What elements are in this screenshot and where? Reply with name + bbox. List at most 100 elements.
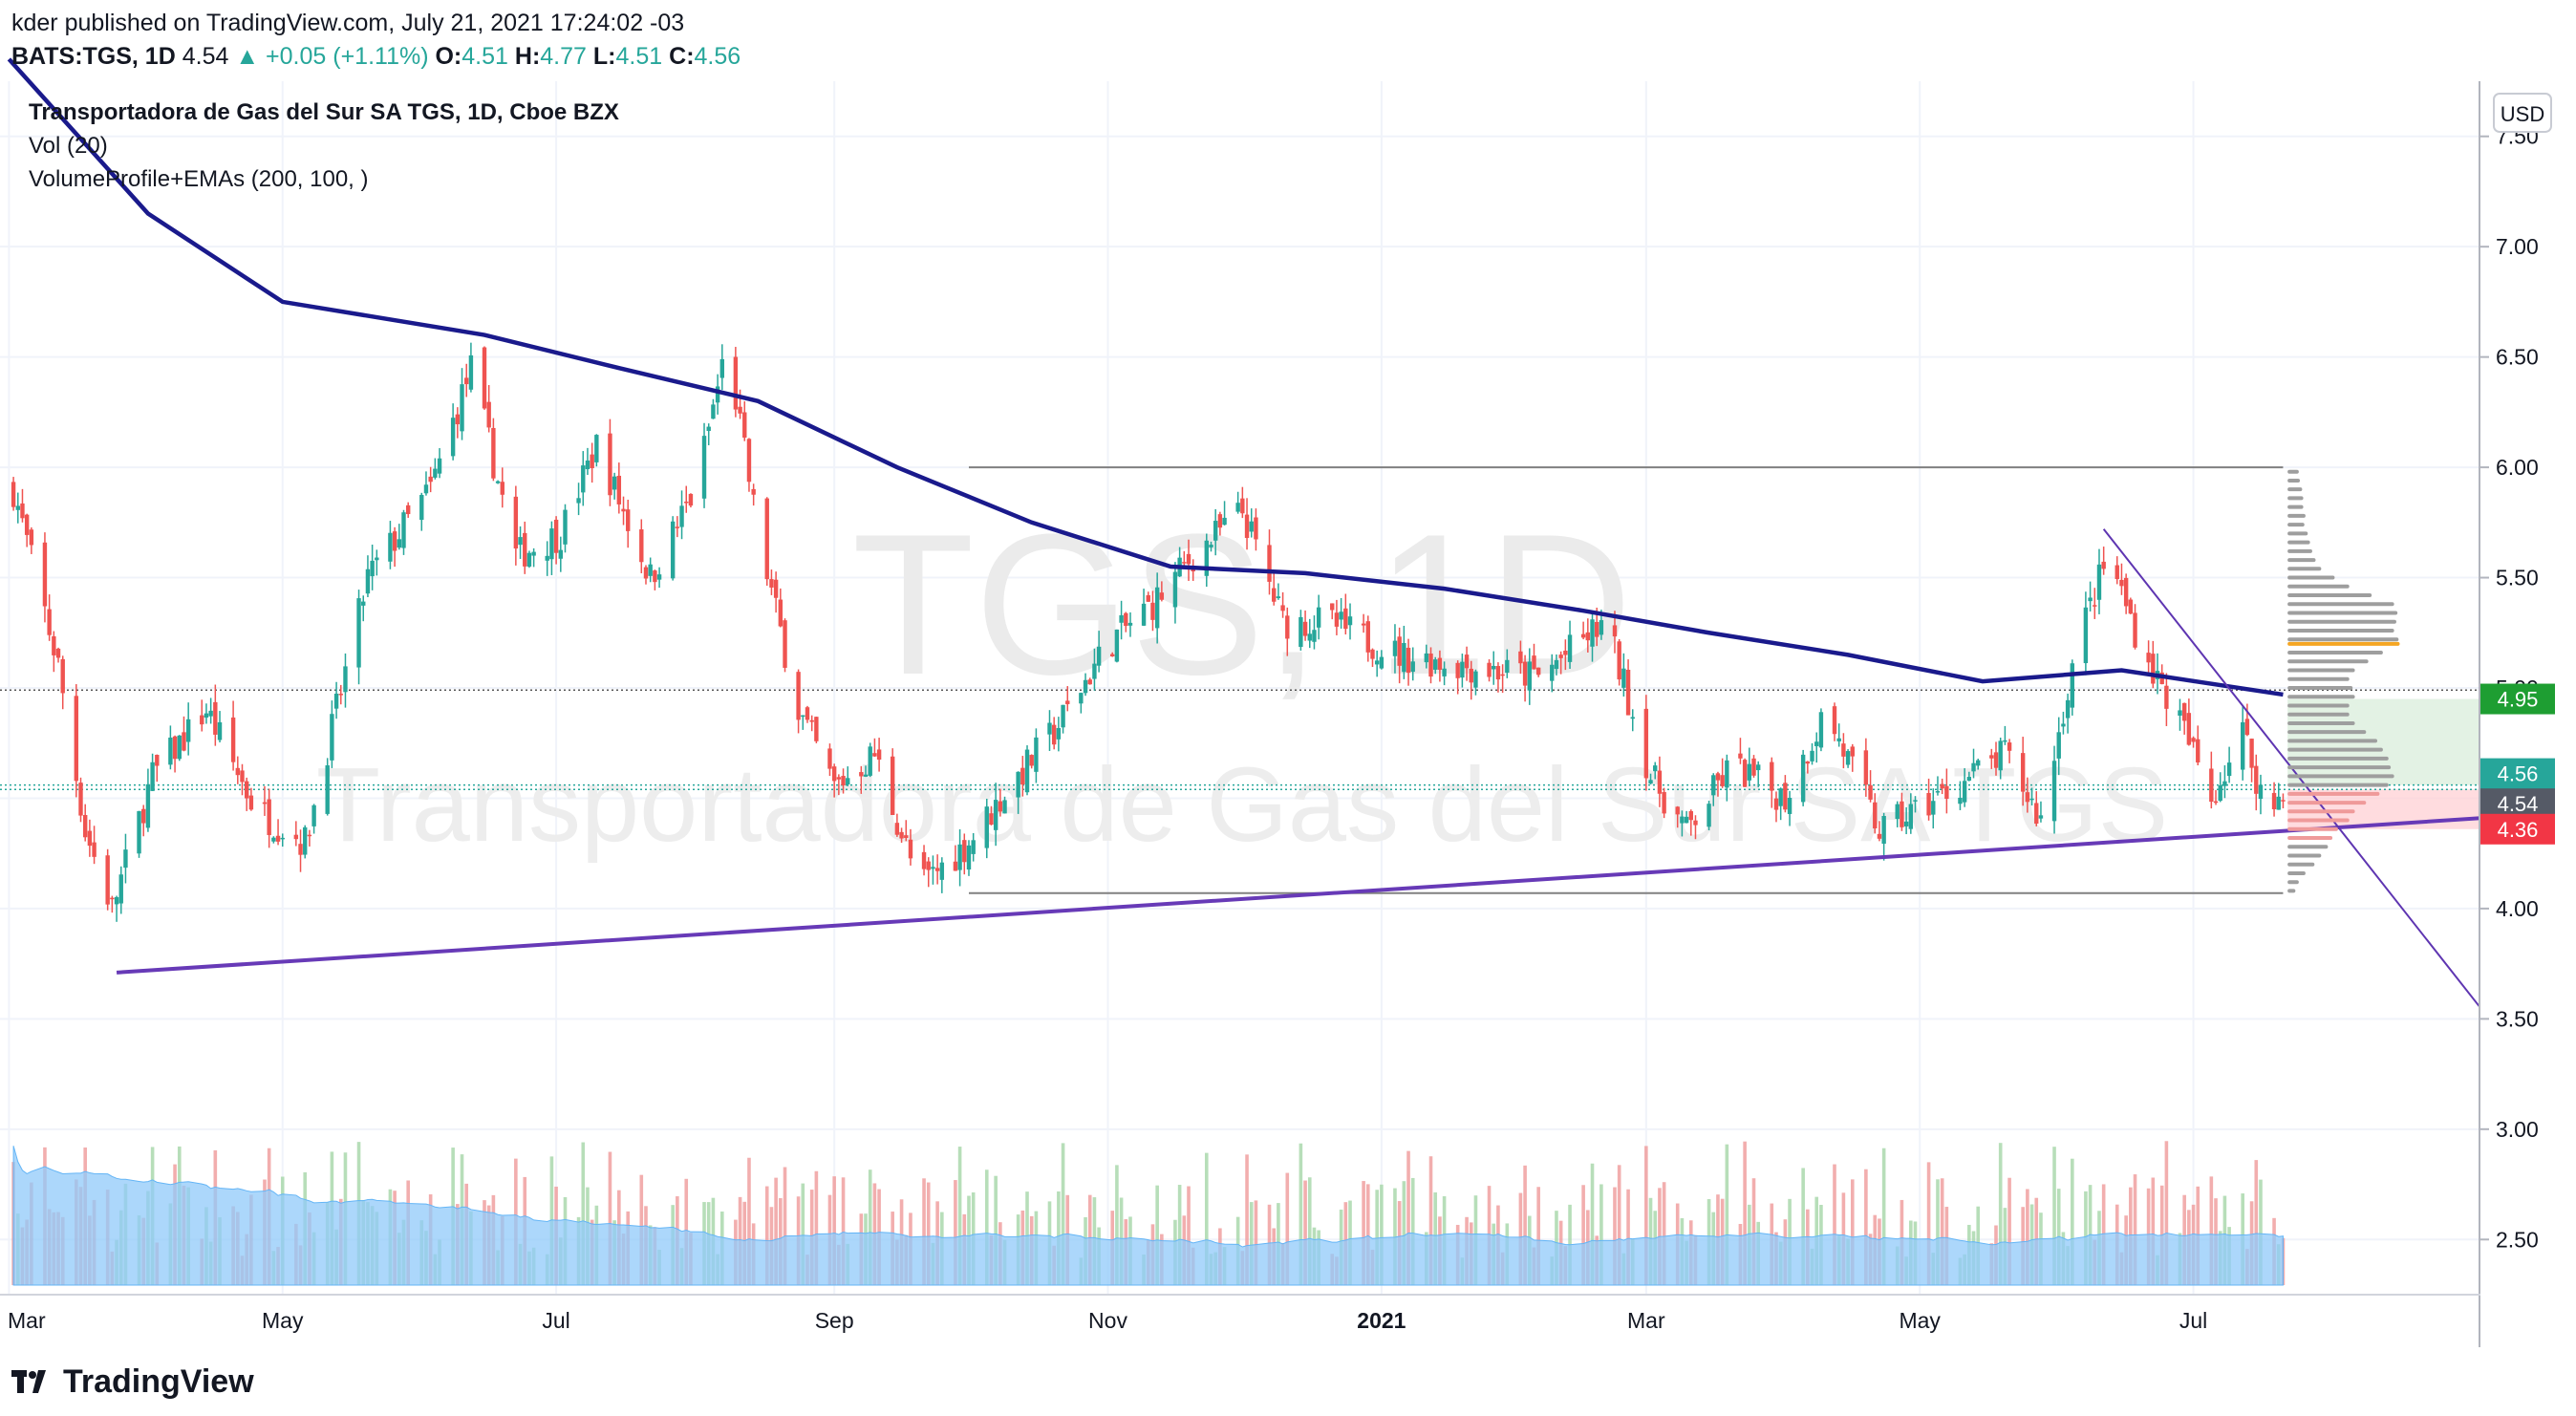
profile-row xyxy=(2287,703,2350,708)
y-tick-label: 5.50 xyxy=(2496,566,2539,590)
price-tag-label: 4.56 xyxy=(2498,762,2539,786)
candle-body xyxy=(2020,753,2026,792)
y-tick-label: 7.00 xyxy=(2496,234,2539,259)
candle-body xyxy=(137,810,141,854)
y-tick-label: 6.50 xyxy=(2496,345,2539,370)
profile-row xyxy=(2287,862,2315,867)
candle-body xyxy=(921,851,927,869)
candle-body xyxy=(1971,762,1976,772)
candle-body xyxy=(890,756,895,815)
profile-row xyxy=(2287,548,2312,553)
candle-body xyxy=(2070,663,2075,708)
profile-row xyxy=(2287,739,2378,743)
low-label: L: xyxy=(592,43,616,70)
profile-row xyxy=(2287,540,2310,545)
candle-body xyxy=(2249,739,2254,768)
candle-body xyxy=(267,799,271,835)
candle-body xyxy=(1935,791,1941,793)
candle-body xyxy=(971,840,976,854)
candle-body xyxy=(1778,788,1783,806)
candle-body xyxy=(2271,792,2277,809)
legend-title[interactable]: Transportadora de Gas del Sur SA TGS, 1D… xyxy=(29,96,619,129)
candle-body xyxy=(1707,804,1711,827)
candle-body xyxy=(639,529,644,563)
x-tick-label: May xyxy=(262,1308,304,1333)
candle-body xyxy=(1272,588,1277,602)
candle-body xyxy=(1182,562,1187,564)
candle-body xyxy=(926,861,931,870)
x-tick-label: Nov xyxy=(1088,1308,1127,1333)
profile-row xyxy=(2287,720,2355,725)
profile-row xyxy=(2287,765,2392,770)
candle-body xyxy=(814,717,819,741)
candle-body xyxy=(204,713,209,719)
candle-body xyxy=(52,636,56,655)
candle-body xyxy=(1460,661,1465,678)
candle-body xyxy=(1343,608,1348,630)
candle-body xyxy=(1428,654,1433,677)
candle-body xyxy=(92,842,97,857)
candle-body xyxy=(1903,821,1909,826)
candle-body xyxy=(1047,722,1052,735)
candle-body xyxy=(1989,755,1994,759)
candle-body xyxy=(2218,784,2222,802)
candle-body xyxy=(1770,762,1774,791)
candle-body xyxy=(653,570,657,583)
candle-body xyxy=(150,762,155,791)
profile-row xyxy=(2287,531,2308,536)
candle-body xyxy=(42,542,48,607)
high-label: H: xyxy=(514,43,541,70)
candle-body xyxy=(293,834,299,840)
chart[interactable]: TGS, 1D Transportadora de Gas del Sur SA… xyxy=(0,0,2576,1416)
candle-body xyxy=(1061,704,1065,728)
profile-row xyxy=(2287,637,2399,642)
close-label: C: xyxy=(669,43,695,70)
candle-body xyxy=(1002,800,1007,814)
open-label: O: xyxy=(435,43,462,70)
high-value: 4.77 xyxy=(540,43,587,70)
time-axis[interactable]: Mar May Jul Sep Nov 2021 Mar May Jul xyxy=(8,1308,2207,1333)
candle-body xyxy=(185,719,191,742)
candle-body xyxy=(827,748,832,769)
candle-body xyxy=(1567,634,1573,662)
candle-body xyxy=(29,529,34,546)
candle-body xyxy=(325,764,330,814)
candle-body xyxy=(1379,656,1385,669)
candle-body xyxy=(984,806,989,848)
candle-body xyxy=(1249,521,1254,532)
candle-body xyxy=(1976,760,1981,766)
legend-indicator[interactable]: VolumeProfile+EMAs (200, 100, ) xyxy=(29,162,619,196)
candle-body xyxy=(1442,668,1447,676)
low-value: 4.51 xyxy=(615,43,663,70)
candle-body xyxy=(1742,760,1748,787)
candle-body xyxy=(675,526,680,528)
price-tag-label: 4.36 xyxy=(2498,818,2539,842)
candle-body xyxy=(1751,758,1756,776)
candle-body xyxy=(1662,791,1666,814)
profile-row xyxy=(2287,478,2301,483)
profile-row xyxy=(2287,730,2367,735)
candle-body xyxy=(2276,796,2281,810)
candle-body xyxy=(733,356,739,410)
profile-row xyxy=(2287,575,2335,580)
candle-body xyxy=(1469,668,1473,683)
candle-body xyxy=(751,488,756,495)
candle-body xyxy=(1119,614,1124,623)
candle-body xyxy=(1240,498,1245,514)
profile-row xyxy=(2287,826,2338,831)
change-value: +0.05 (+1.11%) xyxy=(266,43,429,70)
legend-volume[interactable]: Vol (20) xyxy=(29,129,619,162)
candle-body xyxy=(2034,803,2039,825)
candle-body xyxy=(899,831,904,839)
candle-body xyxy=(1913,800,1918,802)
candle-body xyxy=(419,494,424,521)
currency-button[interactable]: USD xyxy=(2493,93,2552,133)
candle-body xyxy=(375,557,379,561)
candle-body xyxy=(1087,679,1092,685)
profile-row xyxy=(2287,774,2394,779)
candle-body xyxy=(141,808,146,824)
currency-label: USD xyxy=(2501,102,2544,126)
candle-body xyxy=(1159,592,1165,600)
candle-body xyxy=(1805,761,1811,764)
candle-body xyxy=(1966,777,1972,781)
